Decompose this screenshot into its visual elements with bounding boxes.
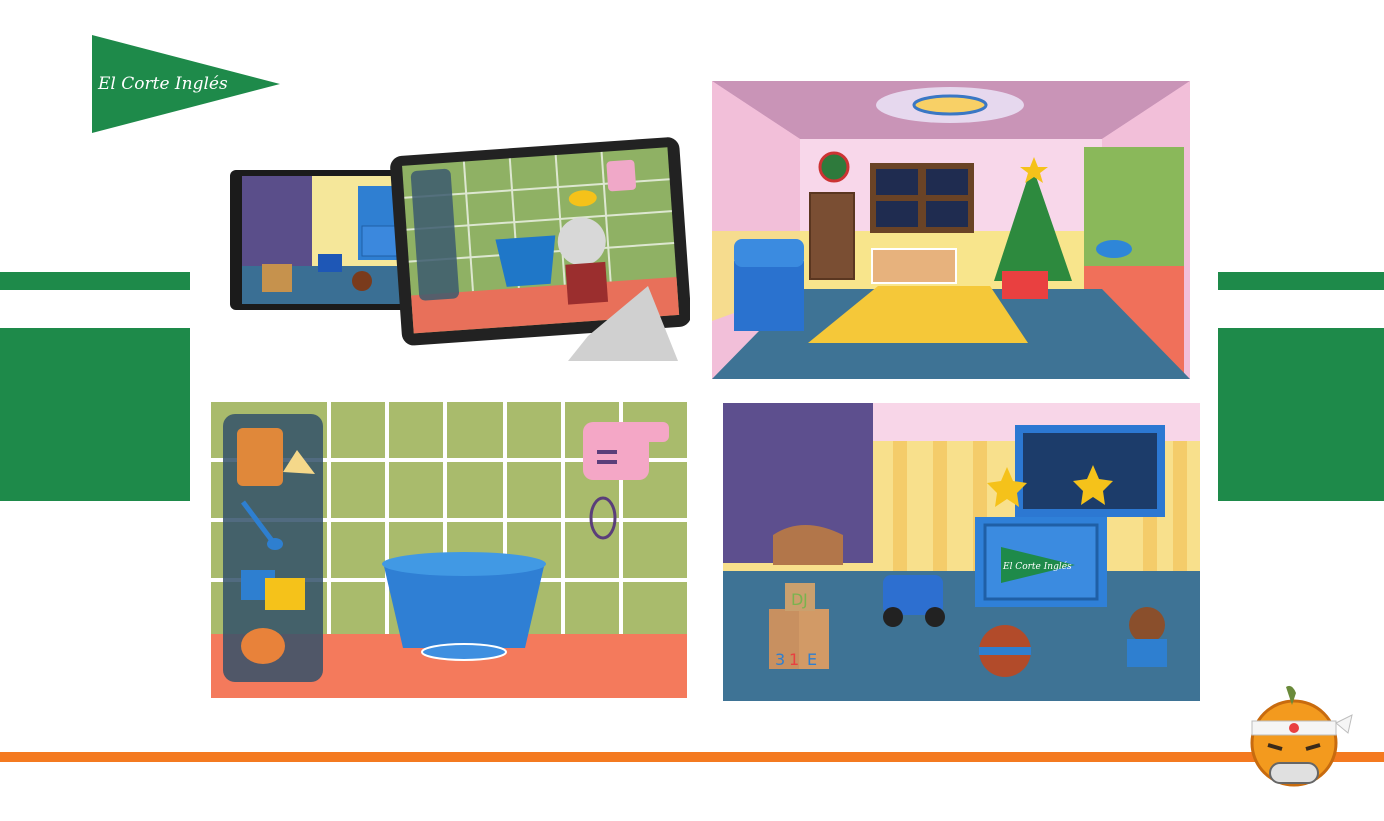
brand-logo: El Corte Inglés [92,35,282,133]
orange-gamer-mascot-icon [1244,683,1354,795]
toy-box-scene: El Corte Inglés D J 3 1 E [723,403,1200,701]
left-top-bar [0,272,190,290]
block-number-1: 1 [789,650,799,669]
block-letter-e: E [807,650,817,669]
logo-text: El Corte Inglés [97,74,228,94]
left-block [0,328,190,501]
kitchen-baking-scene [211,402,687,698]
right-block [1218,328,1384,501]
block-letter-j: J [802,590,808,609]
block-number-3: 3 [775,650,785,669]
christmas-room-scene [712,81,1190,379]
right-top-bar [1218,272,1384,290]
orange-divider [0,752,1384,762]
chest-logo-text: El Corte Inglés [1002,561,1072,572]
devices-screenshot [228,136,690,366]
block-letter-d: D [791,590,803,609]
